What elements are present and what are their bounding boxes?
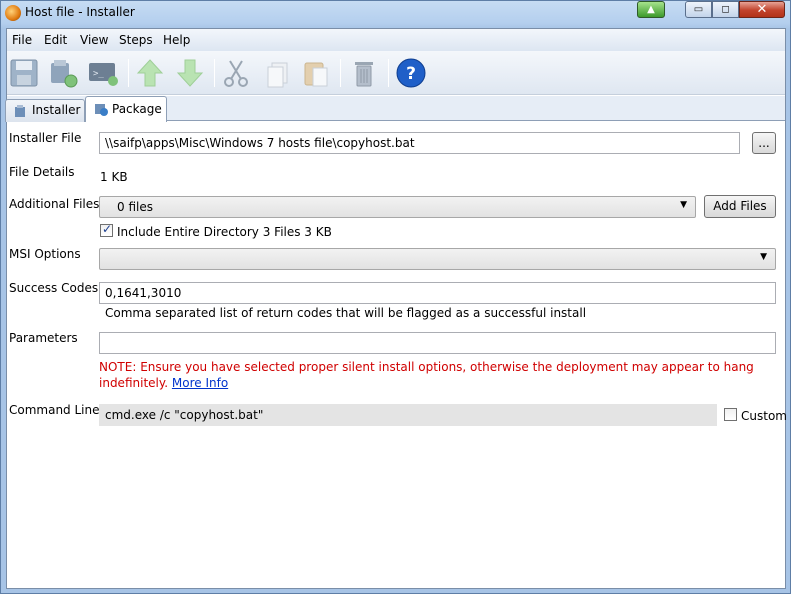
title-bar[interactable]: Host file - Installer ▲ ▭ ◻ ✕ xyxy=(1,1,790,25)
installer-tab-icon xyxy=(15,105,25,117)
tab-installer[interactable]: Installer xyxy=(5,99,85,122)
menu-help[interactable]: Help xyxy=(163,33,190,47)
success-codes-hint: Comma separated list of return codes tha… xyxy=(105,306,587,320)
chevron-down-icon: ▼ xyxy=(760,252,767,262)
app-icon xyxy=(5,5,21,21)
success-codes-label: Success Codes xyxy=(9,281,99,295)
include-directory-checkbox[interactable]: ✓ xyxy=(100,222,113,237)
menu-file[interactable]: File xyxy=(12,33,32,47)
installer-file-input[interactable]: \\saifp\apps\Misc\Windows 7 hosts file\c… xyxy=(99,132,740,154)
additional-files-label: Additional Files xyxy=(9,197,100,211)
window-frame: Host file - Installer ▲ ▭ ◻ ✕ File Edit … xyxy=(0,0,791,594)
installer-file-label: Installer File xyxy=(9,131,82,145)
minimize-button[interactable]: ▭ xyxy=(685,1,712,18)
svg-text:?: ? xyxy=(406,64,416,84)
tab-strip: Installer Package xyxy=(5,96,785,122)
custom-checkbox[interactable] xyxy=(724,408,737,421)
msi-options-label: MSI Options xyxy=(9,247,81,261)
menu-edit[interactable]: Edit xyxy=(44,33,67,47)
move-down-icon[interactable] xyxy=(173,56,207,90)
toolbar-separator xyxy=(128,59,129,87)
file-details-label: File Details xyxy=(9,165,75,179)
include-directory-label: Include Entire Directory 3 Files 3 KB xyxy=(117,225,332,239)
move-up-icon[interactable] xyxy=(133,56,167,90)
client-area: File Edit View Steps Help >_ ? Installer… xyxy=(5,28,787,589)
additional-files-selected: 0 files xyxy=(117,200,153,214)
menu-view[interactable]: View xyxy=(80,33,108,47)
copy-icon[interactable] xyxy=(261,56,295,90)
window-title: Host file - Installer xyxy=(25,5,135,19)
toolbar: >_ ? xyxy=(7,51,785,95)
maximize-button[interactable]: ◻ xyxy=(712,1,739,18)
package-tab-icon xyxy=(95,104,108,116)
file-details-value: 1 KB xyxy=(100,170,128,184)
menu-bar: File Edit View Steps Help xyxy=(7,29,785,51)
console-icon[interactable]: >_ xyxy=(86,56,120,90)
close-button[interactable]: ✕ xyxy=(739,1,785,18)
custom-label: Custom xyxy=(741,409,787,423)
tab-package[interactable]: Package xyxy=(85,96,167,122)
toolbar-separator xyxy=(214,59,215,87)
title-extra-button[interactable]: ▲ xyxy=(637,1,665,18)
parameters-label: Parameters xyxy=(9,331,78,345)
check-icon: ✓ xyxy=(102,222,113,236)
cut-icon[interactable] xyxy=(219,56,253,90)
delete-icon[interactable] xyxy=(347,56,381,90)
menu-steps[interactable]: Steps xyxy=(119,33,153,47)
paste-icon[interactable] xyxy=(299,56,333,90)
additional-files-combo[interactable]: 0 files ▼ xyxy=(99,196,696,218)
success-codes-input[interactable]: 0,1641,3010 xyxy=(99,282,776,304)
tab-installer-label: Installer xyxy=(32,103,81,117)
chevron-down-icon: ▼ xyxy=(680,200,687,210)
tab-package-label: Package xyxy=(112,102,162,116)
install-icon[interactable] xyxy=(46,56,80,90)
add-files-button[interactable]: Add Files xyxy=(704,195,776,218)
silent-install-note: NOTE: Ensure you have selected proper si… xyxy=(99,359,779,391)
help-icon[interactable]: ? xyxy=(394,56,428,90)
msi-options-combo[interactable]: ▼ xyxy=(99,248,776,270)
svg-text:>_: >_ xyxy=(93,69,104,79)
command-line-input[interactable]: cmd.exe /c "copyhost.bat" xyxy=(99,404,717,426)
parameters-input[interactable] xyxy=(99,332,776,354)
browse-button[interactable]: ... xyxy=(752,132,776,154)
more-info-link[interactable]: More Info xyxy=(172,376,228,390)
save-icon[interactable] xyxy=(7,56,41,90)
command-line-label: Command Line xyxy=(9,403,100,417)
toolbar-separator xyxy=(340,59,341,87)
toolbar-separator xyxy=(388,59,389,87)
